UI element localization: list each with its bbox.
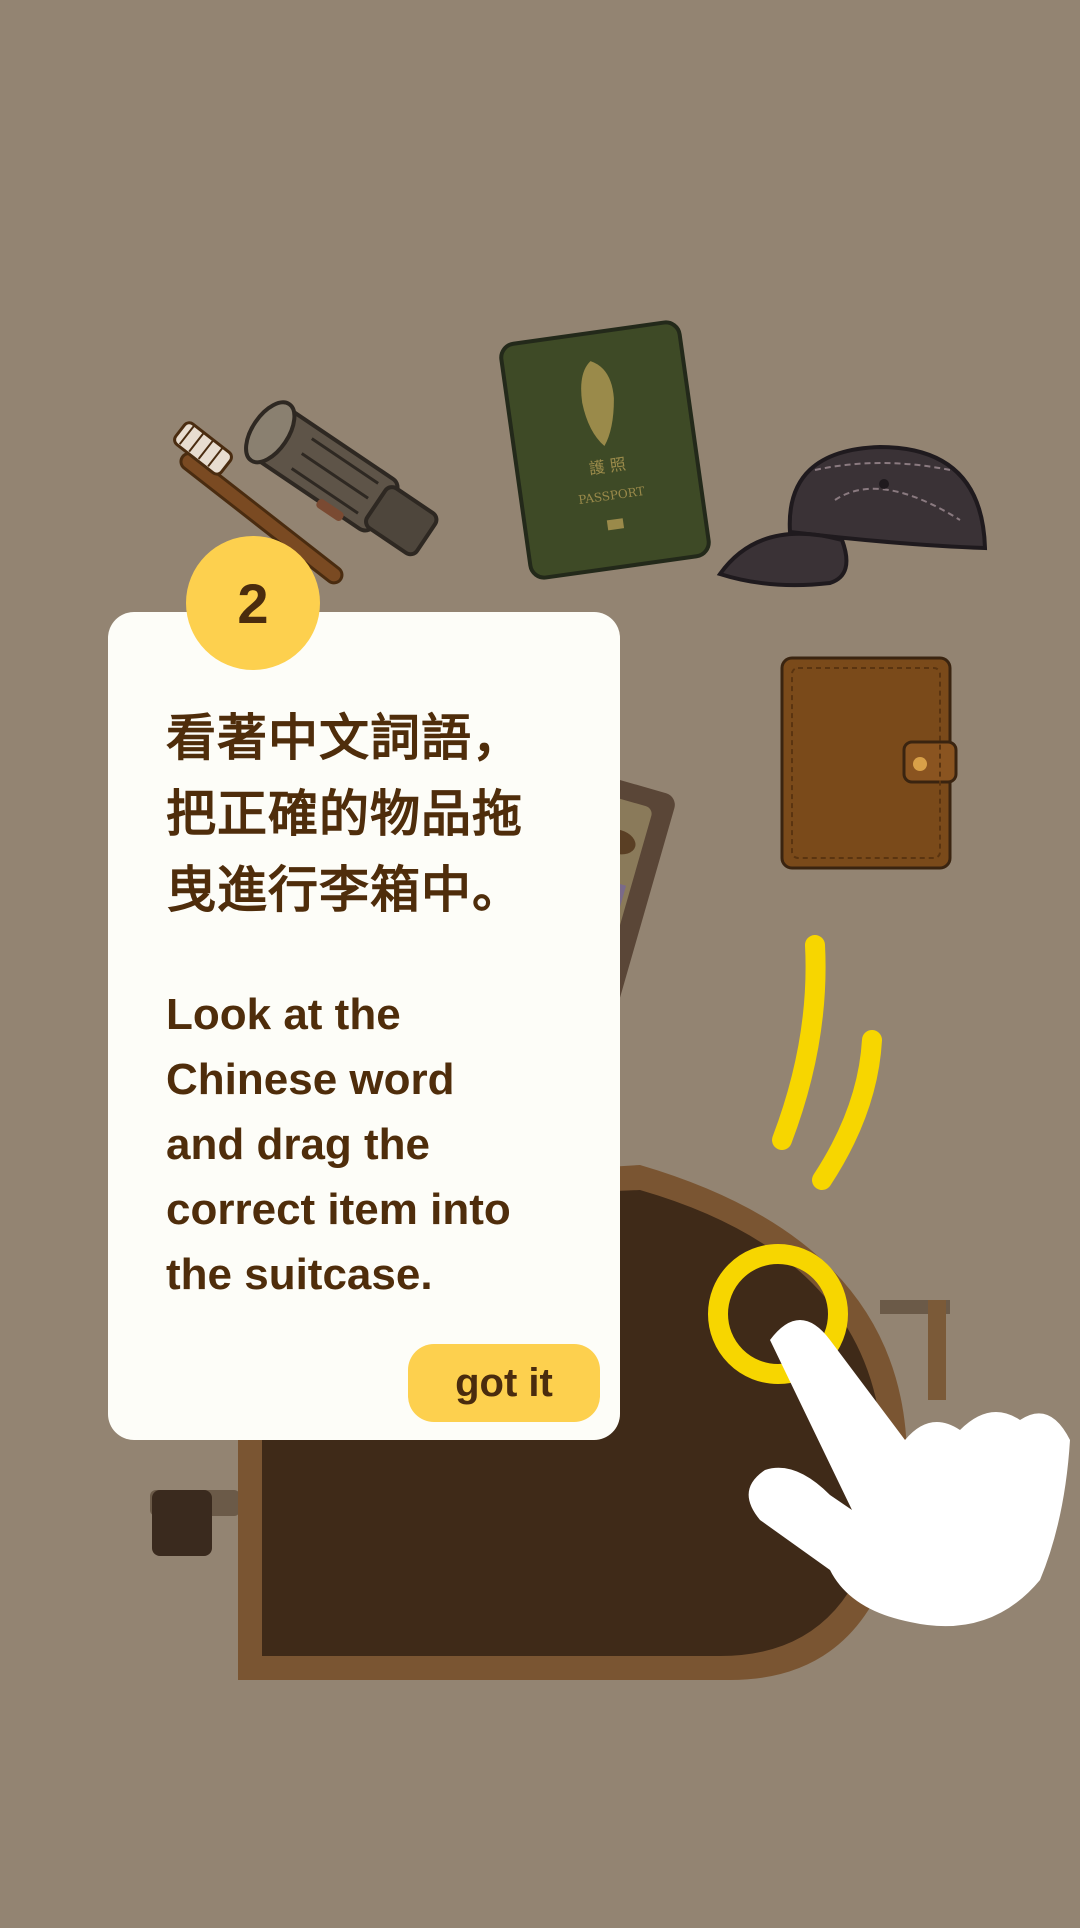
instruction-english-line: and drag the bbox=[166, 1120, 431, 1169]
instruction-chinese-line: 看著中文詞語， bbox=[166, 709, 523, 767]
wallet-icon[interactable] bbox=[780, 656, 958, 870]
tutorial-card: 看著中文詞語， 把正確的物品拖 曳進行李箱中。 Look at the Chin… bbox=[108, 612, 620, 1440]
passport-icon[interactable]: 護 照 PASSPORT bbox=[499, 320, 711, 580]
instruction-chinese: 看著中文詞語， 把正確的物品拖 曳進行李箱中。 bbox=[166, 700, 566, 928]
instruction-chinese-line: 曳進行李箱中。 bbox=[166, 861, 523, 919]
step-number-badge: 2 bbox=[186, 536, 320, 670]
game-screen: 護 照 PASSPORT 2 看著中文詞語， 把正確的物品拖 曳進行李箱中。 L… bbox=[0, 0, 1080, 1928]
instruction-english: Look at the Chinese word and drag the co… bbox=[166, 982, 586, 1307]
instruction-english-line: Chinese word bbox=[166, 1055, 455, 1104]
got-it-button[interactable]: got it bbox=[408, 1344, 600, 1422]
cap-icon[interactable] bbox=[716, 444, 988, 588]
instruction-chinese-line: 把正確的物品拖 bbox=[166, 785, 523, 843]
instruction-english-line: Look at the bbox=[166, 990, 401, 1039]
instruction-english-line: correct item into bbox=[166, 1185, 511, 1234]
instruction-english-line: the suitcase. bbox=[166, 1250, 433, 1299]
